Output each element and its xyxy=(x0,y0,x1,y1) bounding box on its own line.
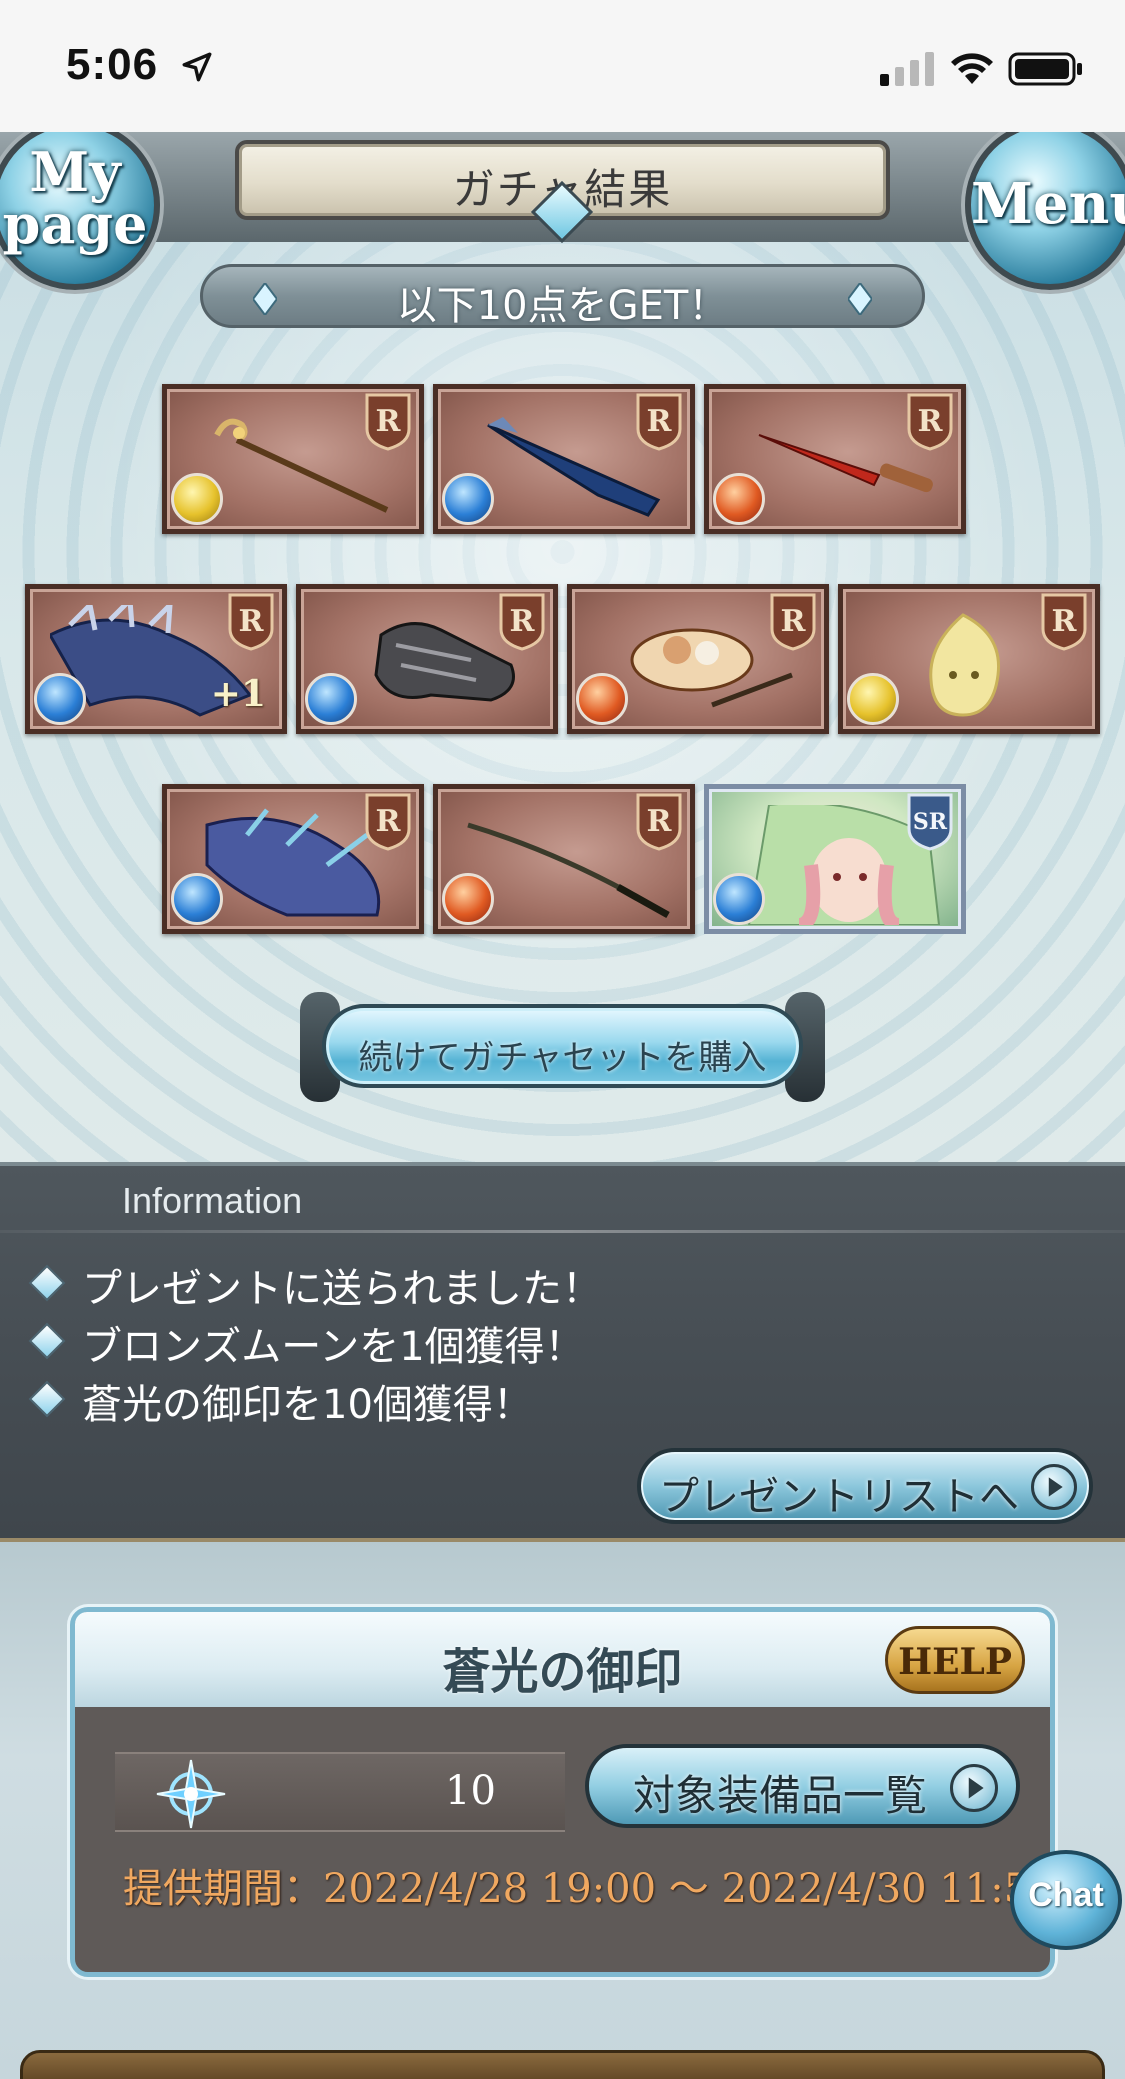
play-arrow-icon xyxy=(950,1764,998,1812)
rarity-badge: R xyxy=(228,593,274,651)
result-item-card[interactable]: R xyxy=(162,384,424,534)
rarity-badge: R xyxy=(636,393,682,451)
water-element-icon xyxy=(442,473,494,525)
svg-text:SR: SR xyxy=(913,809,948,835)
present-list-label: プレゼントリストへ xyxy=(659,1474,1019,1520)
fire-element-icon xyxy=(442,873,494,925)
mypage-button[interactable]: My page xyxy=(0,132,160,290)
battery-icon xyxy=(1008,52,1082,86)
seal-section: 蒼光の御印 HELP 10 対象装備品一覧 提供期間：2022/4/28 19:… xyxy=(0,1542,1125,2079)
gacha-result-screen: ガチャ結果 Mypage Menu 以下10点をGET！ R R xyxy=(0,132,1125,1162)
present-list-button[interactable]: プレゼントリストへ xyxy=(637,1448,1093,1524)
seal-count: 10 xyxy=(445,1768,496,1814)
light-element-icon xyxy=(847,673,899,725)
result-item-card[interactable]: SR xyxy=(704,784,966,934)
svg-text:R: R xyxy=(376,404,402,439)
svg-text:R: R xyxy=(510,604,536,639)
rarity-badge: R xyxy=(1041,593,1087,651)
result-item-card[interactable]: R xyxy=(433,384,695,534)
diamond-bullet-icon xyxy=(28,1380,66,1418)
location-arrow-icon xyxy=(182,52,212,82)
result-item-card[interactable]: R xyxy=(567,584,829,734)
result-item-card[interactable]: R xyxy=(704,384,966,534)
menu-button[interactable]: Menu xyxy=(965,132,1125,290)
rarity-badge: SR xyxy=(907,793,953,851)
water-element-icon xyxy=(305,673,357,725)
svg-text:R: R xyxy=(918,404,944,439)
svg-text:R: R xyxy=(376,804,402,839)
get-banner: 以下10点をGET！ xyxy=(200,264,925,329)
cellular-signal-icon xyxy=(880,52,934,86)
wifi-icon xyxy=(951,53,993,84)
help-button[interactable]: HELP xyxy=(885,1626,1025,1694)
information-panel: Information プレゼントに送られました！ ブロンズムーンを1個獲得！ … xyxy=(0,1162,1125,1542)
result-item-card[interactable]: R xyxy=(162,784,424,934)
mypage-label: My page xyxy=(2,140,148,256)
help-label: HELP xyxy=(898,1641,1012,1683)
divider xyxy=(0,1230,1125,1233)
diamond-bullet-icon xyxy=(28,1322,66,1360)
result-item-card[interactable]: R xyxy=(433,784,695,934)
get-banner-text: 以下10点をGET！ xyxy=(396,283,729,329)
menu-label: Menu xyxy=(971,171,1125,237)
buy-gacha-set-label: 続けてガチャセットを購入 xyxy=(358,1038,767,1078)
plus-bonus: +1 xyxy=(210,673,266,715)
rarity-badge: R xyxy=(636,793,682,851)
seal-panel: 蒼光の御印 HELP 10 対象装備品一覧 提供期間：2022/4/28 19:… xyxy=(70,1607,1055,1977)
buy-gacha-set-button[interactable]: 続けてガチャセットを購入 xyxy=(300,992,825,1102)
seal-star-icon xyxy=(156,1759,226,1829)
result-item-card[interactable]: R +1 xyxy=(25,584,287,734)
result-item-card[interactable]: R xyxy=(838,584,1100,734)
rarity-badge: R xyxy=(365,393,411,451)
water-element-icon xyxy=(713,873,765,925)
seal-header: 蒼光の御印 HELP xyxy=(75,1612,1050,1707)
rarity-badge: R xyxy=(499,593,545,651)
svg-text:R: R xyxy=(647,804,673,839)
rarity-badge: R xyxy=(907,393,953,451)
play-arrow-icon xyxy=(1031,1464,1077,1510)
rarity-badge: R xyxy=(365,793,411,851)
svg-text:R: R xyxy=(1052,604,1078,639)
water-element-icon xyxy=(171,873,223,925)
svg-text:R: R xyxy=(781,604,807,639)
water-element-icon xyxy=(34,673,86,725)
diamond-bullet-icon xyxy=(28,1264,66,1302)
rarity-badge: R xyxy=(770,593,816,651)
seal-count-box: 10 xyxy=(115,1752,565,1832)
diamond-icon xyxy=(848,283,872,315)
fire-element-icon xyxy=(713,473,765,525)
svg-text:R: R xyxy=(647,404,673,439)
fire-element-icon xyxy=(576,673,628,725)
light-element-icon xyxy=(171,473,223,525)
offer-period: 提供期間：2022/4/28 19:00 〜 2022/4/30 11:59 xyxy=(123,1866,1055,1912)
bottom-frame xyxy=(20,2050,1105,2079)
chat-button[interactable]: Chat xyxy=(1010,1850,1122,1950)
status-time: 5:06 xyxy=(66,40,159,89)
equipment-list-label: 対象装備品一覧 xyxy=(633,1771,928,1820)
information-heading: Information xyxy=(122,1180,303,1221)
equipment-list-button[interactable]: 対象装備品一覧 xyxy=(585,1744,1020,1828)
result-item-card[interactable]: R xyxy=(296,584,558,734)
status-bar: 5:06 xyxy=(0,0,1125,132)
chat-label: Chat xyxy=(1028,1876,1104,1914)
svg-text:R: R xyxy=(239,604,265,639)
